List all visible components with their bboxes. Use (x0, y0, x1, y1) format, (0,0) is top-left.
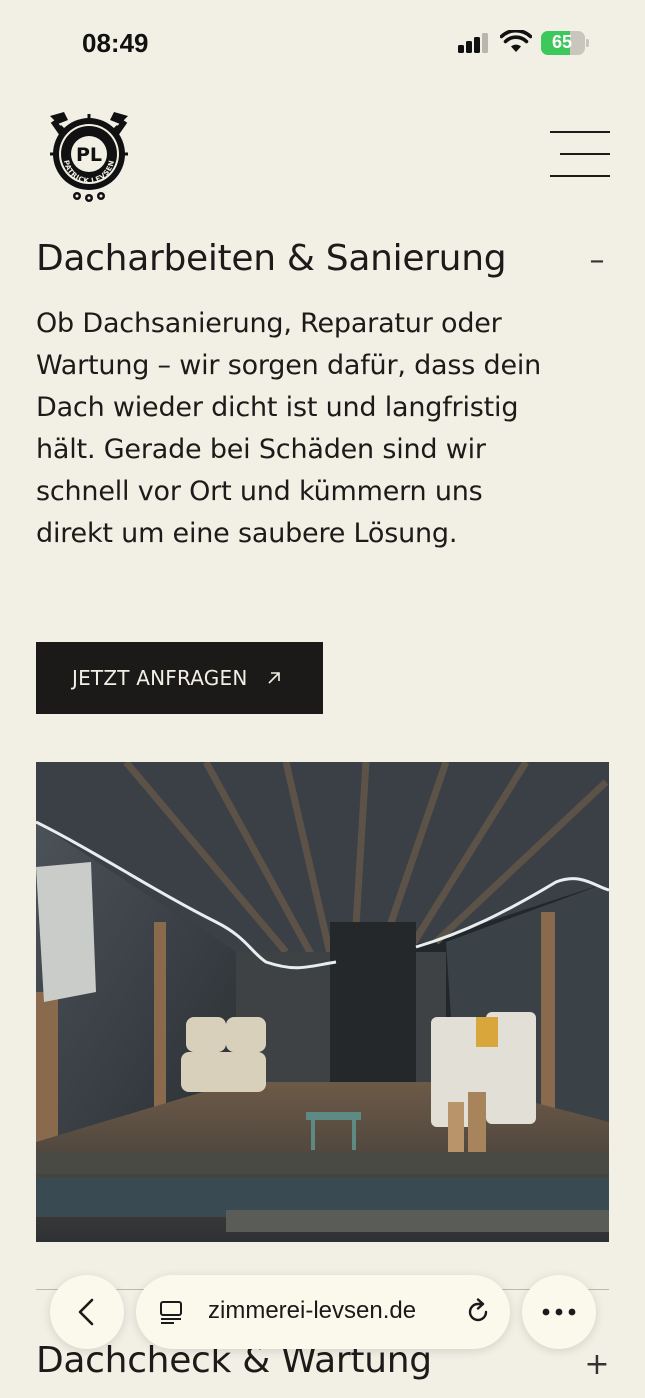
accordion-body-text: Ob Dachsanierung, Reparatur oder Wartung… (36, 308, 542, 549)
address-bar[interactable]: zimmerei-levsen.de (136, 1275, 510, 1349)
jetzt-anfragen-button[interactable]: JETZT ANFRAGEN (36, 642, 323, 714)
patrick-levsen-logo[interactable]: PL PATRICK LEVSEN (40, 108, 138, 204)
url-text[interactable]: zimmerei-levsen.de (208, 1297, 416, 1325)
arrow-up-right-icon (267, 672, 280, 684)
back-button[interactable] (50, 1275, 124, 1349)
cellular-signal-icon (458, 33, 490, 53)
battery-percent: 65 (551, 32, 573, 52)
reload-icon[interactable] (464, 1298, 492, 1326)
wifi-icon (500, 30, 532, 52)
accordion-title-dacharbeiten[interactable]: Dacharbeiten & Sanierung (36, 238, 507, 279)
ellipsis-icon (542, 1308, 576, 1316)
attic-insulation-photo (36, 762, 609, 1242)
reader-icon[interactable] (158, 1299, 184, 1325)
battery-indicator: 65 (541, 31, 589, 55)
chevron-left-icon (78, 1298, 94, 1326)
cta-label: JETZT ANFRAGEN (72, 666, 248, 690)
more-options-button[interactable] (522, 1275, 596, 1349)
hamburger-menu-icon[interactable] (546, 128, 612, 180)
collapse-icon[interactable]: – (582, 246, 612, 276)
logo-monogram: PL (76, 144, 102, 166)
status-time: 08:49 (82, 28, 149, 58)
status-bar: 08:49 65 (0, 0, 645, 90)
expand-icon[interactable]: + (582, 1350, 612, 1380)
